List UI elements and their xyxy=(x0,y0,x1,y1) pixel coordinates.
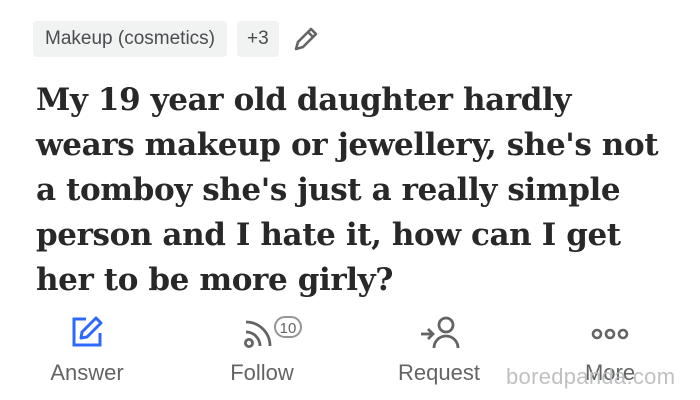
answer-button[interactable]: Answer xyxy=(22,312,152,386)
follow-label: Follow xyxy=(230,360,294,385)
request-person-icon xyxy=(421,316,460,349)
topic-bar: Makeup (cosmetics) +3 xyxy=(33,21,321,57)
answer-label: Answer xyxy=(50,360,124,385)
watermark: boredpanda.com xyxy=(506,364,676,389)
more-topics-chip[interactable]: +3 xyxy=(237,21,279,57)
follow-count-badge: 10 xyxy=(274,316,302,338)
request-label: Request xyxy=(398,360,480,385)
question-title[interactable]: My 19 year old daughter hardly wears mak… xyxy=(36,78,676,303)
request-button[interactable]: Request xyxy=(382,312,496,386)
follow-button[interactable]: 10 Follow xyxy=(203,312,321,386)
pencil-icon xyxy=(294,27,317,51)
follow-rss-icon xyxy=(244,320,272,348)
edit-topics-button[interactable] xyxy=(289,24,321,54)
topic-chip-makeup[interactable]: Makeup (cosmetics) xyxy=(33,21,227,57)
answer-pencil-icon xyxy=(72,316,103,347)
more-dots-icon xyxy=(591,328,629,340)
follow-icon-wrap: 10 xyxy=(240,312,302,352)
